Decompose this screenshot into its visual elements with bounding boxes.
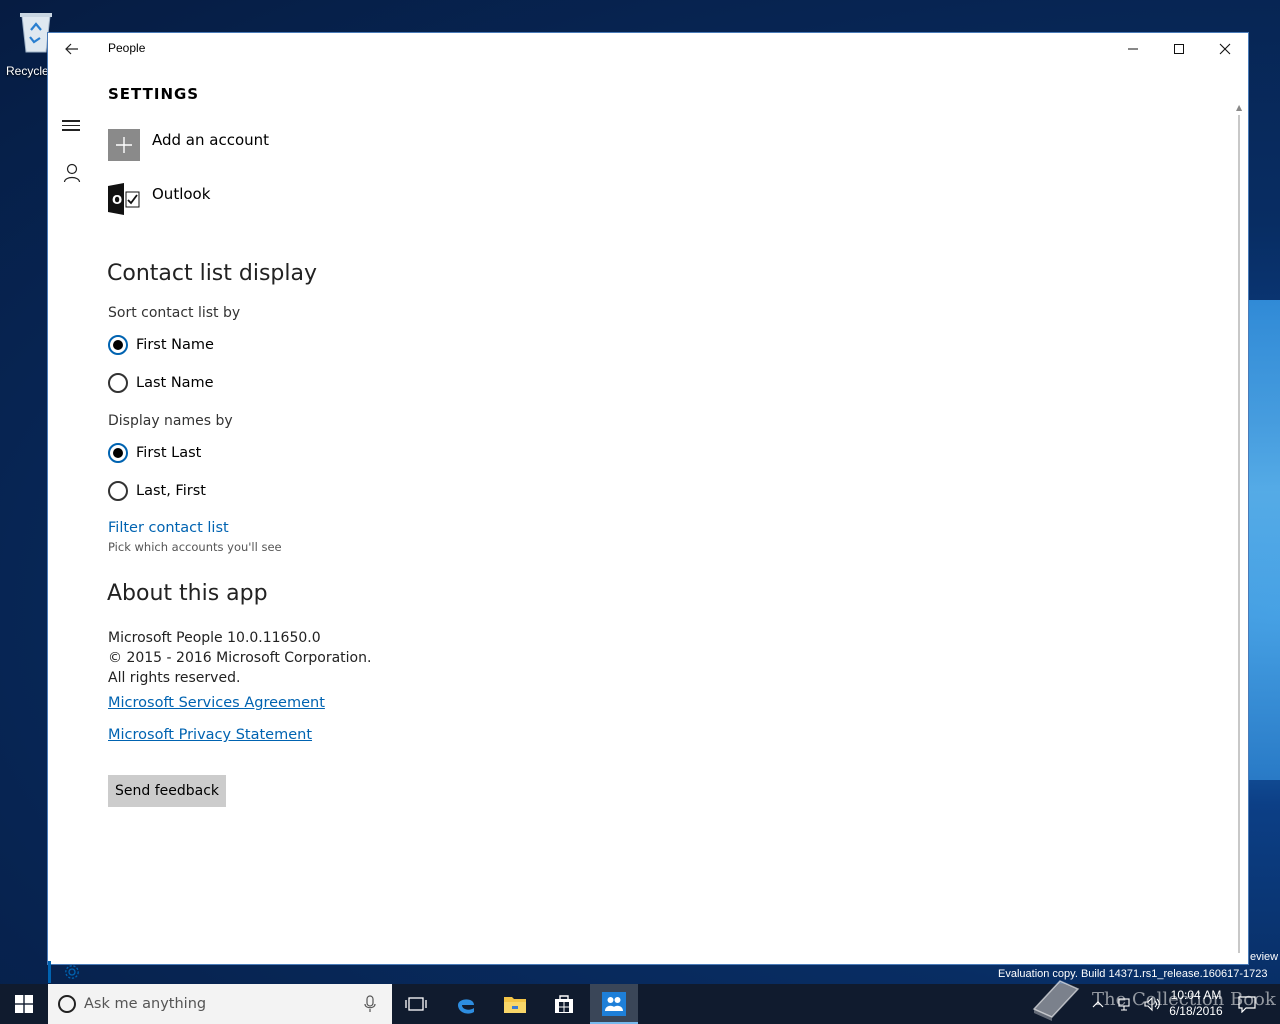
microphone-icon[interactable] bbox=[364, 995, 376, 1013]
window-title: People bbox=[108, 41, 146, 55]
outlook-icon: O bbox=[108, 183, 140, 215]
people-app-icon bbox=[602, 992, 626, 1016]
eval-text-partial: eview bbox=[1250, 951, 1279, 963]
cortana-search-box[interactable]: Ask me anything bbox=[48, 984, 392, 1024]
radio-unselected-icon bbox=[108, 481, 128, 501]
clock-time: 10:04 AM bbox=[1170, 988, 1222, 1002]
store-taskbar-button[interactable] bbox=[540, 984, 588, 1024]
add-account-button[interactable]: Add an account bbox=[108, 129, 269, 161]
back-button[interactable] bbox=[60, 39, 84, 59]
people-app-window: People ▲ SETTINGS Add an account O Outlo… bbox=[47, 32, 1249, 983]
volume-icon[interactable] bbox=[1144, 996, 1162, 1012]
vertical-scrollbar[interactable]: ▲ bbox=[1234, 103, 1246, 963]
folder-icon bbox=[504, 997, 526, 1013]
action-center-icon[interactable] bbox=[1238, 995, 1256, 1013]
minimize-button[interactable] bbox=[1110, 33, 1156, 65]
taskbar: Ask me anything 10:04 AM 6/18/2016 bbox=[0, 984, 1280, 1024]
title-bar: People bbox=[48, 33, 1248, 65]
page-title: SETTINGS bbox=[108, 85, 200, 103]
minimize-icon bbox=[1128, 48, 1138, 50]
copyright-text: © 2015 - 2016 Microsoft Corporation. bbox=[108, 650, 372, 666]
maximize-button[interactable] bbox=[1156, 33, 1202, 65]
radio-selected-icon bbox=[108, 335, 128, 355]
radio-selected-icon bbox=[108, 443, 128, 463]
back-arrow-icon bbox=[65, 43, 78, 55]
sort-last-name-radio[interactable]: Last Name bbox=[108, 372, 214, 394]
radio-label: Last Name bbox=[136, 375, 214, 391]
close-button[interactable] bbox=[1202, 33, 1248, 65]
plus-icon bbox=[108, 129, 140, 161]
add-account-label: Add an account bbox=[152, 131, 270, 149]
filter-note: Pick which accounts you'll see bbox=[108, 540, 282, 554]
person-icon[interactable] bbox=[63, 163, 81, 183]
store-icon bbox=[555, 995, 573, 1013]
sort-label: Sort contact list by bbox=[108, 305, 241, 321]
desktop-wallpaper-glow bbox=[1246, 300, 1280, 780]
scroll-up-icon[interactable]: ▲ bbox=[1236, 103, 1242, 112]
services-agreement-link[interactable]: Microsoft Services Agreement bbox=[108, 695, 325, 711]
taskbar-clock[interactable]: 10:04 AM 6/18/2016 bbox=[1164, 987, 1228, 1019]
task-view-button[interactable] bbox=[392, 984, 440, 1024]
outlook-label: Outlook bbox=[152, 185, 211, 203]
clock-date: 6/18/2016 bbox=[1169, 1004, 1223, 1018]
task-view-icon bbox=[405, 997, 427, 1011]
about-heading: About this app bbox=[107, 581, 268, 606]
hamburger-menu-icon[interactable] bbox=[62, 117, 80, 134]
gear-icon bbox=[65, 965, 79, 979]
contact-list-heading: Contact list display bbox=[107, 261, 318, 286]
radio-label: First Last bbox=[136, 445, 202, 461]
system-tray bbox=[1092, 984, 1162, 1024]
edge-icon bbox=[458, 999, 474, 1014]
cortana-icon bbox=[58, 995, 76, 1013]
people-taskbar-button[interactable] bbox=[590, 984, 638, 1024]
sort-first-name-radio[interactable]: First Name bbox=[108, 334, 214, 356]
edge-taskbar-button[interactable] bbox=[442, 984, 490, 1024]
close-icon bbox=[1219, 43, 1231, 55]
radio-label: First Name bbox=[136, 337, 214, 353]
file-explorer-taskbar-button[interactable] bbox=[491, 984, 539, 1024]
search-placeholder: Ask me anything bbox=[84, 996, 207, 1012]
network-icon[interactable] bbox=[1118, 996, 1134, 1012]
maximize-icon bbox=[1174, 44, 1184, 54]
nav-rail bbox=[48, 65, 96, 983]
chevron-up-icon[interactable] bbox=[1092, 1000, 1104, 1008]
evaluation-copy-text: Evaluation copy. Build 14371.rs1_release… bbox=[998, 968, 1268, 980]
settings-nav-item[interactable] bbox=[48, 959, 96, 987]
app-version: Microsoft People 10.0.11650.0 bbox=[108, 630, 321, 646]
scroll-track[interactable] bbox=[1238, 115, 1240, 953]
radio-unselected-icon bbox=[108, 373, 128, 393]
windows-logo-icon bbox=[15, 995, 33, 1013]
privacy-statement-link[interactable]: Microsoft Privacy Statement bbox=[108, 727, 312, 743]
selected-indicator bbox=[48, 961, 51, 983]
recycle-bin-label: Recycle bbox=[6, 64, 49, 78]
start-button[interactable] bbox=[0, 984, 48, 1024]
radio-label: Last, First bbox=[136, 483, 206, 499]
send-feedback-button[interactable]: Send feedback bbox=[108, 775, 226, 807]
display-last-first-radio[interactable]: Last, First bbox=[108, 480, 206, 502]
svg-text:O: O bbox=[112, 193, 122, 207]
display-label: Display names by bbox=[108, 413, 233, 429]
filter-contact-list-link[interactable]: Filter contact list bbox=[108, 520, 229, 536]
rights-text: All rights reserved. bbox=[108, 670, 241, 686]
display-first-last-radio[interactable]: First Last bbox=[108, 442, 201, 464]
outlook-account-item[interactable]: O Outlook bbox=[108, 183, 210, 215]
